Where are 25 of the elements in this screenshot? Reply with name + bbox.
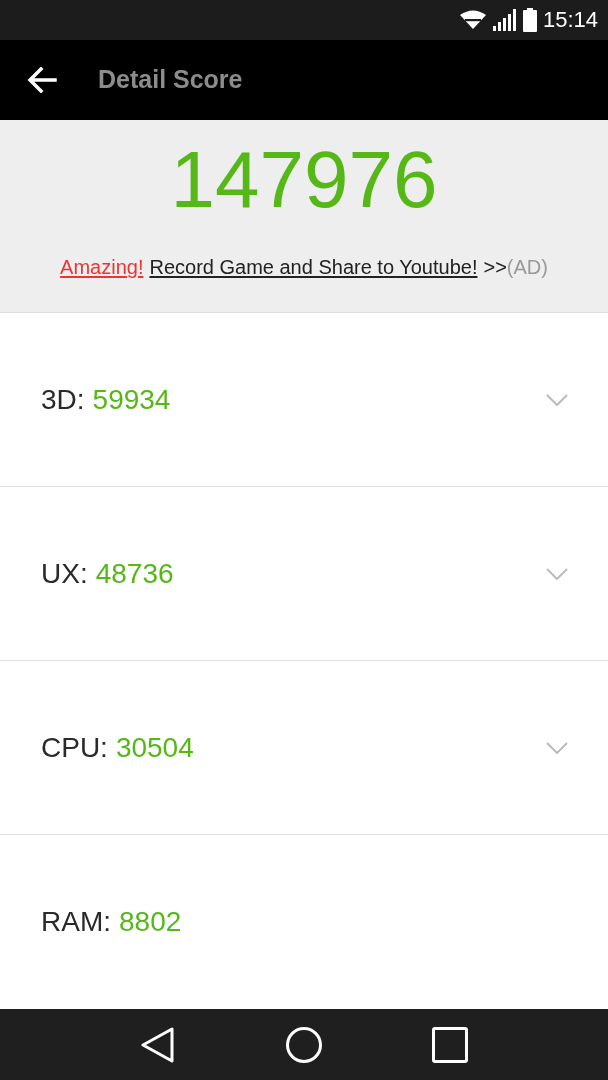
score-label: 3D: <box>41 382 85 417</box>
score-value: 59934 <box>92 382 171 417</box>
ad-highlight-link[interactable]: Amazing! <box>60 252 144 283</box>
back-triangle-icon <box>141 1026 175 1063</box>
signal-icon <box>492 8 517 31</box>
home-circle-icon <box>286 1026 322 1063</box>
score-value: 8802 <box>119 905 182 940</box>
wifi-icon <box>458 9 487 30</box>
nav-home-button[interactable] <box>286 1026 322 1063</box>
ad-link[interactable]: Record Game and Share to Youtube! <box>149 252 478 283</box>
score-value: 48736 <box>95 556 174 591</box>
status-time: 15:14 <box>542 8 598 31</box>
screen-title: Detail Score <box>98 64 243 96</box>
ad-arrow: >> <box>483 255 507 281</box>
score-label: CPU: <box>41 730 108 765</box>
recents-square-icon <box>432 1026 468 1063</box>
nav-recents-button[interactable] <box>432 1026 468 1063</box>
back-arrow-icon <box>27 67 57 94</box>
battery-icon <box>522 7 537 32</box>
nav-back-button[interactable] <box>140 1026 176 1063</box>
score-value: 30504 <box>115 730 194 765</box>
score-label: UX: <box>41 556 88 591</box>
total-score: 147976 <box>170 134 438 227</box>
ad-tag: (AD) <box>506 252 548 283</box>
score-label: RAM: <box>41 905 111 940</box>
